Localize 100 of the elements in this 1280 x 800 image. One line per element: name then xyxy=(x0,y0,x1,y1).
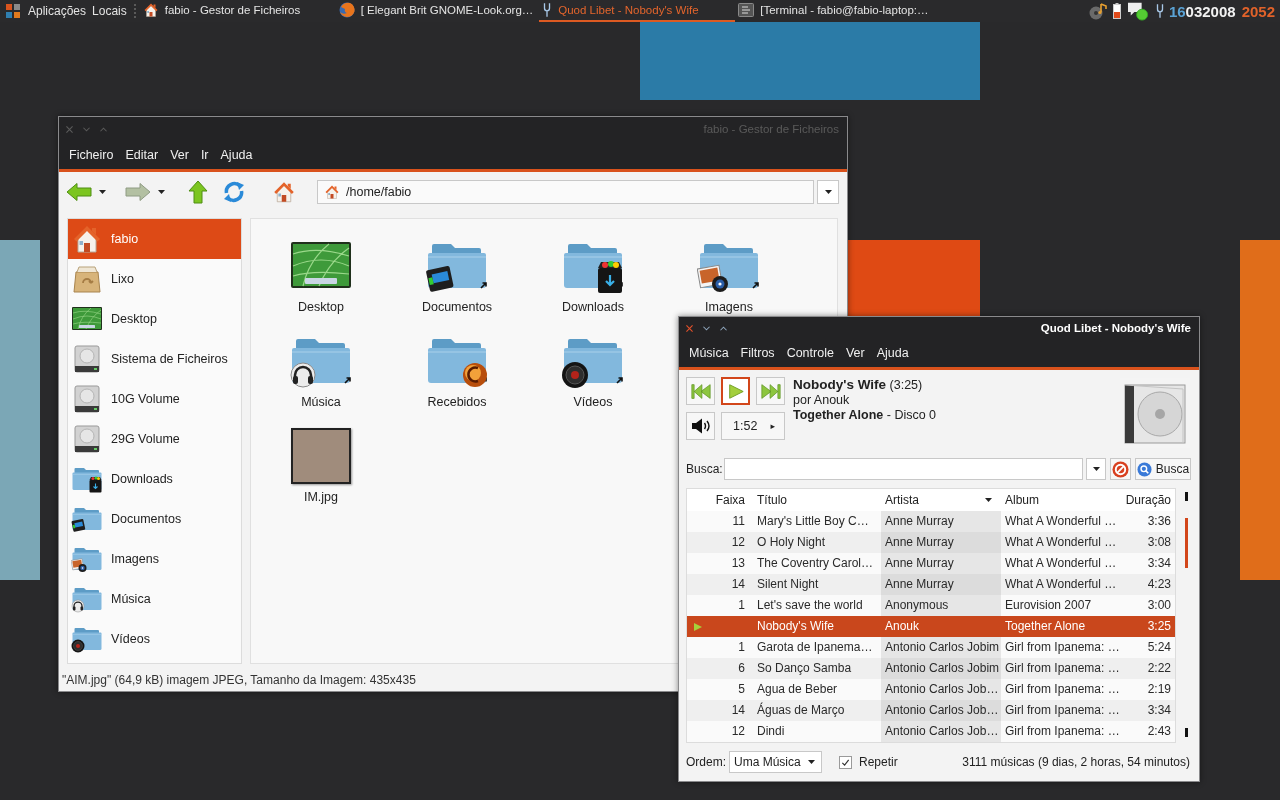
speaker-note-icon[interactable] xyxy=(1088,2,1107,20)
sidebar-item[interactable]: Downloads xyxy=(68,459,241,499)
taskbar-button[interactable]: [ Elegant Brit GNOME-Look.org… xyxy=(335,0,540,22)
menu-item[interactable]: Música xyxy=(683,343,735,363)
order-dropdown[interactable]: Uma Música xyxy=(729,751,822,773)
sidebar-item[interactable]: fabio xyxy=(68,219,241,259)
album-name: What A Wonderful … xyxy=(1004,534,1118,551)
location-field[interactable]: /home/fabio xyxy=(317,179,814,204)
file-item[interactable]: Imagens xyxy=(697,238,761,314)
sidebar-item[interactable]: Documentos xyxy=(68,499,241,539)
menu-item[interactable]: Ver xyxy=(164,145,195,165)
hard-drive-icon xyxy=(71,343,103,375)
song-duration: 2:22 xyxy=(1146,660,1172,677)
taskbar-button[interactable]: Quod Libet - Nobody's Wife xyxy=(539,0,736,22)
table-row[interactable]: 12 O Holy Night Anne Murray What A Wonderful … 3:08 xyxy=(687,532,1175,553)
column-header[interactable]: Album xyxy=(1001,489,1123,511)
search-field[interactable] xyxy=(724,458,1083,480)
scrollbar-thumb[interactable] xyxy=(1185,518,1188,568)
play-button[interactable] xyxy=(721,377,750,405)
file-item[interactable]: Música xyxy=(289,333,353,409)
caret-icon xyxy=(808,760,815,764)
song-title: O Holy Night xyxy=(756,534,827,551)
sidebar-item[interactable]: 29G Volume xyxy=(68,419,241,459)
menu-item[interactable]: Controle xyxy=(780,343,840,363)
track-number: 1 xyxy=(737,639,746,656)
artist-name: Antonio Carlos Job… xyxy=(881,700,1001,721)
table-row[interactable]: 14 Águas de Março Antonio Carlos Job… Girl from Ipanema: … 3:34 xyxy=(687,700,1175,721)
column-header[interactable]: Duração xyxy=(1123,489,1175,511)
folder-box-icon xyxy=(71,465,103,493)
column-header[interactable]: Título xyxy=(753,489,881,511)
taskbar-button[interactable]: fabio - Gestor de Ficheiros xyxy=(139,0,336,22)
scrollbar-stepper[interactable] xyxy=(1185,728,1188,737)
battery-icon[interactable] xyxy=(1112,3,1121,19)
clock-time: 2052 xyxy=(1241,2,1275,20)
sidebar-item[interactable]: 10G Volume xyxy=(68,379,241,419)
column-header[interactable]: Artista xyxy=(881,489,1001,511)
menu-item[interactable]: Ajuda xyxy=(214,145,259,165)
table-row[interactable]: Nobody's Wife Anouk Together Alone 3:25 xyxy=(687,616,1175,637)
menu-item[interactable]: Ir xyxy=(194,145,215,165)
file-item[interactable]: Desktop xyxy=(289,238,353,314)
taskbar-button[interactable]: [Terminal - fabio@fabio-laptop:… xyxy=(735,0,935,22)
table-row[interactable]: 14 Silent Night Anne Murray What A Wonderful … 4:23 xyxy=(687,574,1175,595)
menu-item[interactable]: Ficheiro xyxy=(63,145,120,165)
song-title: Dindi xyxy=(756,723,786,740)
tuning-fork-icon xyxy=(1154,3,1165,19)
menu-item[interactable]: Ver xyxy=(839,343,871,363)
file-item[interactable]: Documentos xyxy=(421,238,493,314)
song-duration: 3:36 xyxy=(1146,513,1172,530)
track-number: 13 xyxy=(730,555,746,572)
search-icon xyxy=(1136,461,1152,477)
clear-button[interactable] xyxy=(1110,458,1131,480)
menu-item[interactable]: Editar xyxy=(119,145,165,165)
tuning-fork-icon xyxy=(542,2,553,18)
terminal-icon xyxy=(738,2,755,18)
chevron-up-icon xyxy=(720,325,727,331)
song-duration: 2:19 xyxy=(1146,681,1172,698)
next-button[interactable] xyxy=(756,377,785,405)
right-arrow-icon xyxy=(125,181,151,202)
table-row[interactable]: 6 So Danço Samba Antonio Carlos Jobim Girl from Ipanema: … 2:22 xyxy=(687,658,1175,679)
track-number: 1 xyxy=(737,597,746,614)
search-label: Busca: xyxy=(686,462,721,476)
column-header[interactable]: Faixa xyxy=(709,489,753,511)
sidebar-item[interactable]: Música xyxy=(68,579,241,619)
file-item[interactable]: Recebidos xyxy=(425,333,489,409)
track-number: 11 xyxy=(731,513,746,530)
song-title: Nobody's Wife xyxy=(756,618,835,635)
sidebar-item[interactable]: Vídeos xyxy=(68,619,241,659)
scrollbar-stepper[interactable] xyxy=(1185,492,1188,501)
seek-button[interactable]: 1:52 ▸ xyxy=(721,412,785,440)
sidebar-item[interactable]: Sistema de Ficheiros xyxy=(68,339,241,379)
location-dropdown-button[interactable] xyxy=(817,179,839,204)
sidebar-item[interactable]: Lixo xyxy=(68,259,241,299)
search-button[interactable]: Busca xyxy=(1135,458,1191,480)
song-duration: 3:34 xyxy=(1146,702,1172,719)
previous-button[interactable] xyxy=(686,377,715,405)
track-number: 6 xyxy=(737,660,746,677)
panel-menu[interactable]: Aplicações xyxy=(28,4,87,18)
volume-button[interactable] xyxy=(686,412,715,440)
menu-item[interactable]: Filtros xyxy=(734,343,781,363)
chat-status-icon[interactable] xyxy=(1126,1,1149,21)
artist-name: Anne Murray xyxy=(881,553,1001,574)
hard-drive-icon xyxy=(71,383,103,415)
library-summary: 3111 músicas (9 dias, 2 horas, 54 minutos) xyxy=(962,755,1191,769)
album-name: Girl from Ipanema: … xyxy=(1004,681,1121,698)
repeat-checkbox[interactable] xyxy=(839,755,852,769)
file-item[interactable]: IM.jpg xyxy=(289,428,353,504)
file-item[interactable]: Vídeos xyxy=(561,333,625,409)
search-history-button[interactable] xyxy=(1086,458,1106,480)
recycle-bag-icon xyxy=(71,263,103,295)
sidebar-item[interactable]: Imagens xyxy=(68,539,241,579)
window-title: Quod Libet - Nobody's Wife xyxy=(1040,322,1191,334)
sidebar-item[interactable]: Desktop xyxy=(68,299,241,339)
file-item[interactable]: Downloads xyxy=(561,238,625,314)
up-arrow-icon xyxy=(188,179,208,204)
menu-item[interactable]: Ajuda xyxy=(870,343,915,363)
song-title: The Coventry Carol… xyxy=(756,555,875,572)
grid-icon[interactable] xyxy=(6,4,20,18)
track-number: 5 xyxy=(737,681,746,698)
panel-menu[interactable]: Locais xyxy=(92,4,127,18)
order-label: Ordem: xyxy=(686,755,727,769)
